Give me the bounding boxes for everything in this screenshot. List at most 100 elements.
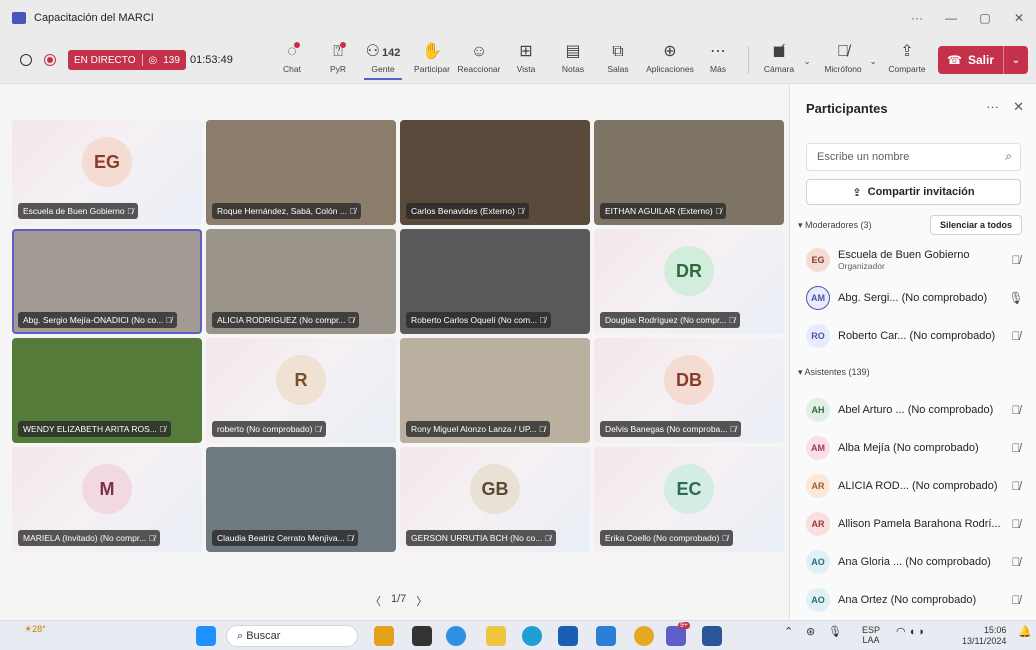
camera-button[interactable]: ◼̸ Cámara bbox=[762, 42, 796, 80]
copilot-icon[interactable] bbox=[446, 626, 466, 646]
page-indicator: 1/7 bbox=[391, 593, 407, 605]
live-badge[interactable]: EN DIRECTO ◎ 139 bbox=[68, 50, 186, 70]
raise-hand-button[interactable]: ✋ Participar bbox=[412, 42, 452, 80]
participant-row[interactable]: AH Abel Arturo ... (No comprobado) 🎙̸ bbox=[806, 395, 1026, 425]
wifi-icon[interactable]: ◠ ◖ ◗ bbox=[896, 625, 925, 638]
notes-button[interactable]: ▤ Notas bbox=[560, 42, 586, 80]
edge-icon[interactable] bbox=[522, 626, 542, 646]
participant-row[interactable]: AO Ana Ortez (No comprobado) 🎙̸ bbox=[806, 585, 1026, 615]
teams-icon[interactable]: 9+ bbox=[666, 622, 690, 646]
participant-tile[interactable]: DB Delvis Banegas (No comproba... 🎙̸ bbox=[594, 338, 784, 443]
leave-button[interactable]: ☎ Salir ⌄ bbox=[938, 46, 1028, 74]
participant-name: Roberto Car... (No comprobado) bbox=[838, 330, 996, 342]
participant-tile[interactable]: M MARIELA (Invitado) (No compr... 🎙̸ bbox=[12, 447, 202, 552]
participant-row[interactable]: AR Allison Pamela Barahona Rodrí... 🎙̸ bbox=[806, 509, 1026, 539]
mic-button[interactable]: 🎙̸ Micrófono bbox=[820, 42, 866, 80]
mic-off-icon: 🎙̸ bbox=[312, 424, 322, 434]
work-icon[interactable] bbox=[374, 626, 394, 646]
panel-close-button[interactable]: ✕ bbox=[1013, 99, 1024, 115]
next-page-button[interactable]: 〉 bbox=[416, 593, 427, 609]
participant-tile[interactable]: EITHAN AGUILAR (Externo) 🎙̸ bbox=[594, 120, 784, 225]
notification-icon[interactable]: 🔔 bbox=[1018, 625, 1032, 638]
qa-button[interactable]: ⍰ PyR bbox=[326, 42, 350, 80]
participant-tile[interactable]: DR Douglas Rodríguez (No compr... 🎙̸ bbox=[594, 229, 784, 334]
recording-icon bbox=[44, 36, 56, 84]
participant-name-label: Roque Hernández, Sabá, Colón ... 🎙̸ bbox=[212, 203, 361, 219]
participant-avatar: EC bbox=[664, 464, 714, 514]
outlook-icon[interactable] bbox=[596, 626, 616, 646]
camera-off-icon: ◼̸ bbox=[772, 43, 786, 60]
participant-row[interactable]: AR ALICIA ROD... (No comprobado) 🎙̸ bbox=[806, 471, 1026, 501]
participant-name-label: Carlos Benavides (Externo) 🎙̸ bbox=[406, 203, 529, 219]
mic-tray-icon[interactable]: 🎙 bbox=[828, 625, 842, 638]
restore-button[interactable]: ▢ bbox=[968, 0, 1002, 36]
moderators-header[interactable]: ▾ Moderadores (3) bbox=[798, 220, 872, 231]
taskbar-search[interactable]: ⌕ Buscar bbox=[226, 625, 358, 647]
participant-avatar: R bbox=[276, 355, 326, 405]
rooms-icon: ⧉ bbox=[612, 43, 624, 60]
participant-avatar: EG bbox=[806, 248, 830, 272]
participant-row[interactable]: EG Escuela de Buen Gobierno Organizador 🎙̸ bbox=[806, 245, 1026, 275]
attendees-header[interactable]: ▾ Asistentes (139) bbox=[798, 367, 870, 378]
participant-tile[interactable]: Rony Miguel Alonzo Lanza / UP... 🎙̸ bbox=[400, 338, 590, 443]
participant-tile[interactable]: Roque Hernández, Sabá, Colón ... 🎙̸ bbox=[206, 120, 396, 225]
language-indicator[interactable]: ESP LAA bbox=[862, 625, 880, 645]
panel-more-button[interactable]: ··· bbox=[986, 99, 999, 115]
participant-row[interactable]: RO Roberto Car... (No comprobado) 🎙̸ bbox=[806, 321, 1026, 351]
status-circle-icon bbox=[20, 36, 32, 84]
react-button[interactable]: ☺ Reaccionar bbox=[456, 42, 502, 80]
mute-all-button[interactable]: Silenciar a todos bbox=[930, 215, 1022, 235]
share-button[interactable]: ⇪ Comparte bbox=[886, 42, 928, 80]
start-button[interactable] bbox=[196, 626, 216, 646]
chat-icon: ◌ bbox=[287, 42, 300, 64]
participant-avatar: AO bbox=[806, 550, 830, 574]
participant-tile[interactable]: Roberto Carlos Oquelí (No com... 🎙̸ bbox=[400, 229, 590, 334]
participant-tile[interactable]: Carlos Benavides (Externo) 🎙̸ bbox=[400, 120, 590, 225]
chat-button[interactable]: ◌ Chat bbox=[280, 42, 304, 80]
participant-tile[interactable]: WENDY ELIZABETH ARITA ROS... 🎙̸ bbox=[12, 338, 202, 443]
clock[interactable]: 15:06 13/11/2024 bbox=[962, 625, 1006, 647]
weather-widget[interactable]: ☀28° bbox=[24, 624, 46, 635]
store-icon[interactable] bbox=[558, 626, 578, 646]
word-icon[interactable] bbox=[702, 626, 722, 646]
tray-chevron-icon[interactable]: ⌃ bbox=[784, 625, 793, 638]
view-button[interactable]: ⊞ Vista bbox=[514, 42, 538, 80]
participant-name-label: ALICIA RODRIGUEZ (No compr... 🎙̸ bbox=[212, 312, 360, 328]
participant-row[interactable]: AM Alba Mejía (No comprobado) 🎙̸ bbox=[806, 433, 1026, 463]
share-invite-button[interactable]: ⇪ Compartir invitación bbox=[806, 179, 1021, 205]
apps-button[interactable]: ⊕ Aplicaciones bbox=[644, 42, 696, 80]
participant-search-input[interactable]: Escribe un nombre ⌕ bbox=[806, 143, 1021, 171]
participant-tile[interactable]: ALICIA RODRIGUEZ (No compr... 🎙̸ bbox=[206, 229, 396, 334]
mic-off-icon: 🎙̸ bbox=[146, 533, 156, 543]
explorer-icon[interactable] bbox=[486, 626, 506, 646]
qa-icon: ⍰ bbox=[333, 42, 346, 64]
mic-off-icon: 🎙̸ bbox=[727, 424, 737, 434]
mic-off-icon: 🎙̸ bbox=[346, 206, 356, 216]
prev-page-button[interactable]: 〈 bbox=[370, 593, 381, 609]
meeting-timer: 01:53:49 bbox=[190, 54, 233, 66]
participant-row[interactable]: AO Ana Gloria ... (No comprobado) 🎙̸ bbox=[806, 547, 1026, 577]
participant-tile[interactable]: Abg. Sergio Mejía-ONADICI (No co... 🎙̸ bbox=[12, 229, 202, 334]
participant-tile[interactable]: Claudia Beatriz Cerrato Menjíva... 🎙̸ bbox=[206, 447, 396, 552]
network-icon[interactable]: ⊛ bbox=[806, 625, 815, 638]
participant-tile[interactable]: EC Erika Coello (No comprobado) 🎙̸ bbox=[594, 447, 784, 552]
more-button[interactable]: ⋯ Más bbox=[706, 42, 730, 80]
camera-options-chevron[interactable]: ⌄ bbox=[800, 42, 814, 80]
window-more-button[interactable]: ··· bbox=[900, 0, 934, 36]
participant-avatar: AM bbox=[806, 286, 830, 310]
participant-avatar: M bbox=[82, 464, 132, 514]
participant-row[interactable]: AM Abg. Sergi... (No comprobado) 🎙 bbox=[806, 283, 1026, 313]
leave-options-chevron[interactable]: ⌄ bbox=[1004, 55, 1028, 66]
close-window-button[interactable]: ✕ bbox=[1002, 0, 1036, 36]
rooms-button[interactable]: ⧉ Salas bbox=[606, 42, 630, 80]
mic-options-chevron[interactable]: ⌄ bbox=[866, 42, 880, 80]
participant-name-label: Escuela de Buen Gobierno 🎙̸ bbox=[18, 203, 139, 219]
app-icon[interactable] bbox=[412, 626, 432, 646]
chrome-icon[interactable] bbox=[634, 626, 654, 646]
people-button[interactable]: ⚇ 142 Gente bbox=[364, 42, 402, 80]
participant-tile[interactable]: Rroberto (No comprobado) 🎙̸ bbox=[206, 338, 396, 443]
participant-tile[interactable]: EG Escuela de Buen Gobierno 🎙̸ bbox=[12, 120, 202, 225]
minimize-button[interactable]: — bbox=[934, 0, 968, 36]
participant-name-label: Roberto Carlos Oquelí (No com... 🎙̸ bbox=[406, 312, 551, 328]
participant-tile[interactable]: GB GERSON URRUTIA BCH (No co... 🎙̸ bbox=[400, 447, 590, 552]
